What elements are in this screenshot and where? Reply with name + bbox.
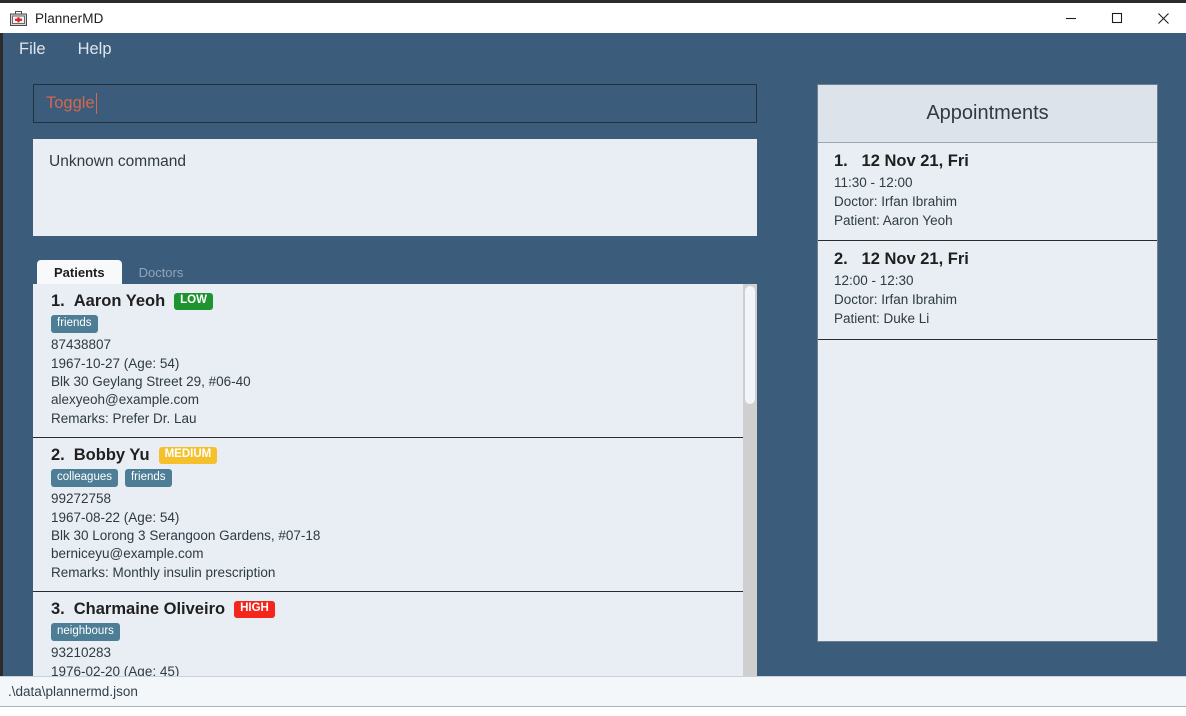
patient-list-scrollbar[interactable] bbox=[743, 284, 757, 683]
appointment-patient: Patient: Duke Li bbox=[834, 310, 930, 326]
risk-badge: HIGH bbox=[234, 601, 275, 618]
appointment-doctor: Doctor: Irfan Ibrahim bbox=[834, 292, 958, 307]
risk-badge: MEDIUM bbox=[158, 447, 218, 464]
text-caret bbox=[95, 93, 97, 114]
tab-doctors[interactable]: Doctors bbox=[121, 260, 201, 284]
appointments-title: Appointments bbox=[926, 102, 1049, 124]
patient-index: 3. bbox=[51, 600, 65, 619]
maximize-button[interactable] bbox=[1094, 3, 1140, 33]
appointment-time: 12:00 - 12:30 bbox=[834, 273, 914, 289]
patient-remarks: Remarks: Prefer Dr. Lau bbox=[51, 410, 197, 426]
patient-tag: friends bbox=[51, 315, 98, 334]
patient-dob: 1967-08-22 (Age: 54) bbox=[51, 509, 180, 525]
patient-tag: friends bbox=[124, 469, 172, 488]
minimize-button[interactable] bbox=[1048, 3, 1094, 33]
appointment-card[interactable]: 1. 12 Nov 21, Fri 11:30 - 12:00 Doctor: … bbox=[818, 143, 1157, 242]
patient-card-header: 3. Charmaine Oliveiro HIGH bbox=[51, 600, 729, 619]
patient-index: 1. bbox=[51, 292, 65, 310]
risk-badge: LOW bbox=[174, 293, 213, 310]
window-controls bbox=[1048, 3, 1186, 33]
patient-email: berniceyu@example.com bbox=[51, 546, 204, 562]
result-display-text: Unknown command bbox=[49, 153, 186, 170]
patient-tag: colleagues bbox=[51, 469, 118, 488]
patient-name: Charmaine Oliveiro bbox=[73, 600, 226, 619]
appointment-date: 12 Nov 21, Fri bbox=[861, 152, 969, 170]
menu-item-help[interactable]: Help bbox=[73, 38, 117, 61]
result-display: Unknown command bbox=[33, 139, 757, 236]
status-bar-path: .\data\plannermd.json bbox=[8, 684, 138, 699]
patient-card[interactable]: 2. Bobby Yu MEDIUM colleagues friends 99… bbox=[33, 438, 743, 593]
close-button[interactable] bbox=[1140, 3, 1186, 33]
patient-card-header: 1. Aaron Yeoh LOW bbox=[51, 292, 729, 311]
appointment-index: 2. bbox=[834, 250, 848, 269]
tab-patients[interactable]: Patients bbox=[37, 260, 122, 284]
taskbar-strip bbox=[0, 706, 1186, 716]
title-bar: PlannerMD bbox=[0, 0, 1186, 33]
window-title: PlannerMD bbox=[35, 10, 104, 26]
appointment-time: 11:30 - 12:00 bbox=[834, 175, 913, 190]
patient-index: 2. bbox=[51, 446, 65, 465]
patient-phone: 99272758 bbox=[51, 491, 112, 507]
medical-kit-icon bbox=[10, 10, 27, 26]
patient-phone: 87438807 bbox=[51, 337, 112, 353]
patient-name: Bobby Yu bbox=[73, 446, 150, 465]
patient-card-header: 2. Bobby Yu MEDIUM bbox=[51, 446, 729, 465]
patient-list[interactable]: 1. Aaron Yeoh LOW friends 87438807 1967-… bbox=[33, 284, 743, 683]
patient-dob: 1967-10-27 (Age: 54) bbox=[51, 355, 180, 371]
patient-card[interactable]: 3. Charmaine Oliveiro HIGH neighbours 93… bbox=[33, 592, 743, 683]
patient-address: Blk 30 Lorong 3 Serangoon Gardens, #07-1… bbox=[51, 527, 321, 543]
patient-tags: friends bbox=[51, 315, 729, 334]
menu-bar: File Help bbox=[0, 33, 1186, 66]
tab-bar: Patients Doctors bbox=[33, 260, 757, 284]
appointment-card[interactable]: 2. 12 Nov 21, Fri 12:00 - 12:30 Doctor: … bbox=[818, 241, 1157, 340]
patient-tags: neighbours bbox=[51, 623, 729, 642]
appointment-doctor: Doctor: Irfan Ibrahim bbox=[834, 193, 958, 209]
patient-email: alexyeoh@example.com bbox=[51, 392, 200, 408]
patient-card[interactable]: 1. Aaron Yeoh LOW friends 87438807 1967-… bbox=[33, 284, 743, 439]
command-input[interactable]: Toggle bbox=[33, 84, 757, 123]
appointment-patient: Patient: Aaron Yeoh bbox=[834, 212, 953, 228]
left-pane: Toggle Unknown command Patients Doctors … bbox=[33, 84, 757, 683]
app-window: PlannerMD File Help Toggle Unknown comma… bbox=[0, 0, 1186, 716]
patient-list-panel: 1. Aaron Yeoh LOW friends 87438807 1967-… bbox=[33, 284, 757, 683]
appointment-date: 12 Nov 21, Fri bbox=[861, 250, 969, 269]
patient-name: Aaron Yeoh bbox=[73, 292, 166, 310]
appointment-date-row: 2. 12 Nov 21, Fri bbox=[834, 250, 1141, 269]
menu-item-file[interactable]: File bbox=[14, 38, 51, 61]
patient-remarks: Remarks: Monthly insulin prescription bbox=[51, 564, 276, 580]
appointments-panel: Appointments 1. 12 Nov 21, Fri 11:30 - 1… bbox=[817, 84, 1158, 642]
patient-phone: 93210283 bbox=[51, 645, 112, 661]
appointment-date-row: 1. 12 Nov 21, Fri bbox=[834, 152, 1141, 171]
main-content: Toggle Unknown command Patients Doctors … bbox=[0, 66, 1186, 683]
patient-tag: neighbours bbox=[51, 623, 120, 642]
appointments-header: Appointments bbox=[818, 85, 1157, 143]
appointment-index: 1. bbox=[834, 152, 848, 170]
right-pane: Appointments 1. 12 Nov 21, Fri 11:30 - 1… bbox=[817, 84, 1158, 683]
status-bar: .\data\plannermd.json bbox=[0, 676, 1186, 706]
patient-tags: colleagues friends bbox=[51, 469, 729, 488]
patient-address: Blk 30 Geylang Street 29, #06-40 bbox=[51, 373, 251, 389]
scrollbar-thumb[interactable] bbox=[745, 286, 755, 404]
command-input-value: Toggle bbox=[46, 94, 95, 112]
title-bar-left: PlannerMD bbox=[0, 10, 1048, 26]
